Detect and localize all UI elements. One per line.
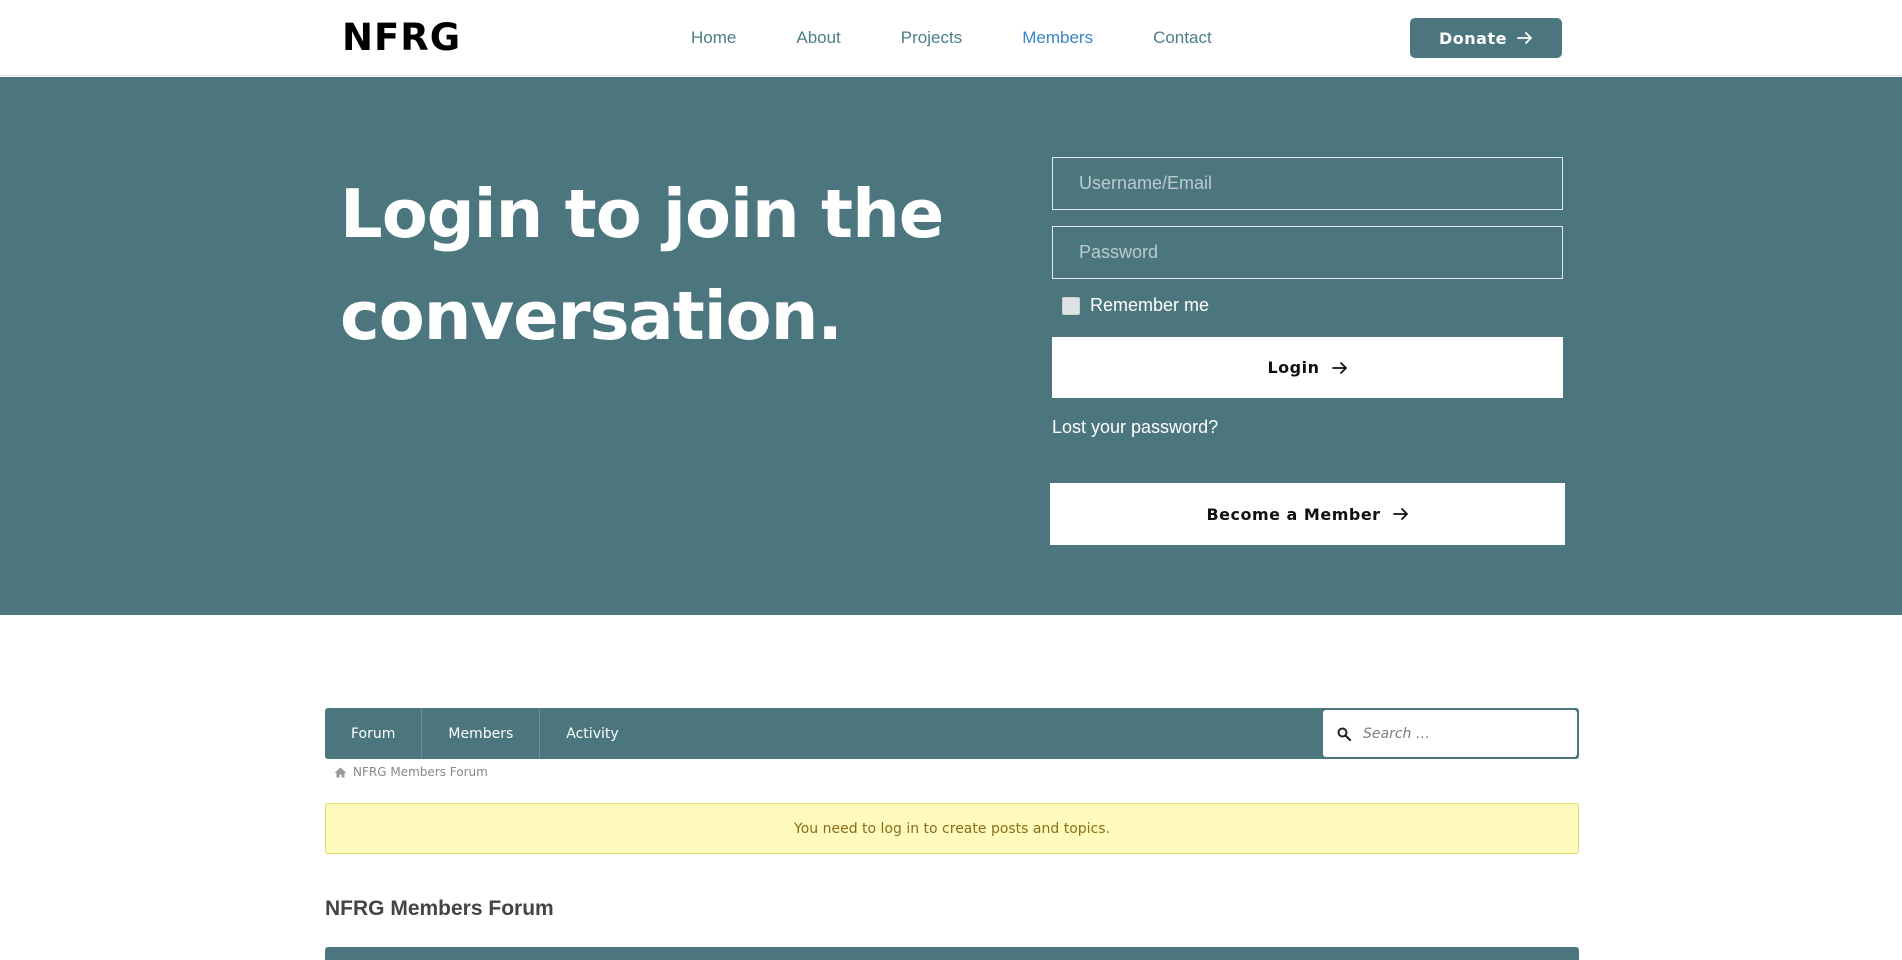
nav-about[interactable]: About xyxy=(766,22,870,54)
username-field[interactable] xyxy=(1052,157,1563,210)
arrow-right-icon xyxy=(1392,508,1408,520)
breadcrumb-forum[interactable]: NFRG Members Forum xyxy=(353,765,488,779)
remember-label: Remember me xyxy=(1090,295,1210,315)
nav-projects[interactable]: Projects xyxy=(871,22,992,54)
tab-activity[interactable]: Activity xyxy=(540,708,644,759)
tab-forum[interactable]: Forum xyxy=(325,708,423,759)
lost-password-link[interactable]: Lost your password? xyxy=(1052,417,1218,438)
tab-members[interactable]: Members xyxy=(422,708,541,759)
search-icon xyxy=(1337,727,1351,741)
arrow-right-icon xyxy=(1517,32,1532,44)
password-field[interactable] xyxy=(1052,226,1563,279)
site-header: NFRG Home About Projects Members Contact… xyxy=(0,0,1902,76)
nav-home[interactable]: Home xyxy=(661,22,766,54)
forum-search xyxy=(1323,710,1577,757)
forum-nav-bar: Forum Members Activity xyxy=(325,708,1579,759)
nav-contact[interactable]: Contact xyxy=(1123,22,1242,54)
login-button[interactable]: Login xyxy=(1052,337,1563,398)
login-label: Login xyxy=(1267,358,1320,377)
become-member-label: Become a Member xyxy=(1206,504,1381,524)
remember-me[interactable]: Remember me xyxy=(1062,295,1209,316)
remember-checkbox[interactable] xyxy=(1062,296,1080,315)
login-notice: You need to log in to create posts and t… xyxy=(325,803,1579,854)
breadcrumb: NFRG Members Forum xyxy=(334,765,488,779)
site-logo[interactable]: NFRG xyxy=(342,14,461,62)
become-member-button[interactable]: Become a Member xyxy=(1050,483,1565,545)
forum-table-header xyxy=(325,947,1579,960)
main-nav: Home About Projects Members Contact xyxy=(661,22,1242,54)
home-icon[interactable] xyxy=(334,767,347,778)
forum-title: NFRG Members Forum xyxy=(325,897,554,920)
login-hero: Login to join the conversation. Remember… xyxy=(0,77,1902,615)
donate-label: Donate xyxy=(1439,28,1507,48)
hero-title: Login to join the conversation. xyxy=(340,175,944,355)
nav-members[interactable]: Members xyxy=(992,22,1123,54)
arrow-right-icon xyxy=(1331,361,1347,374)
forum-search-input[interactable] xyxy=(1363,725,1553,742)
donate-button[interactable]: Donate xyxy=(1410,18,1562,58)
